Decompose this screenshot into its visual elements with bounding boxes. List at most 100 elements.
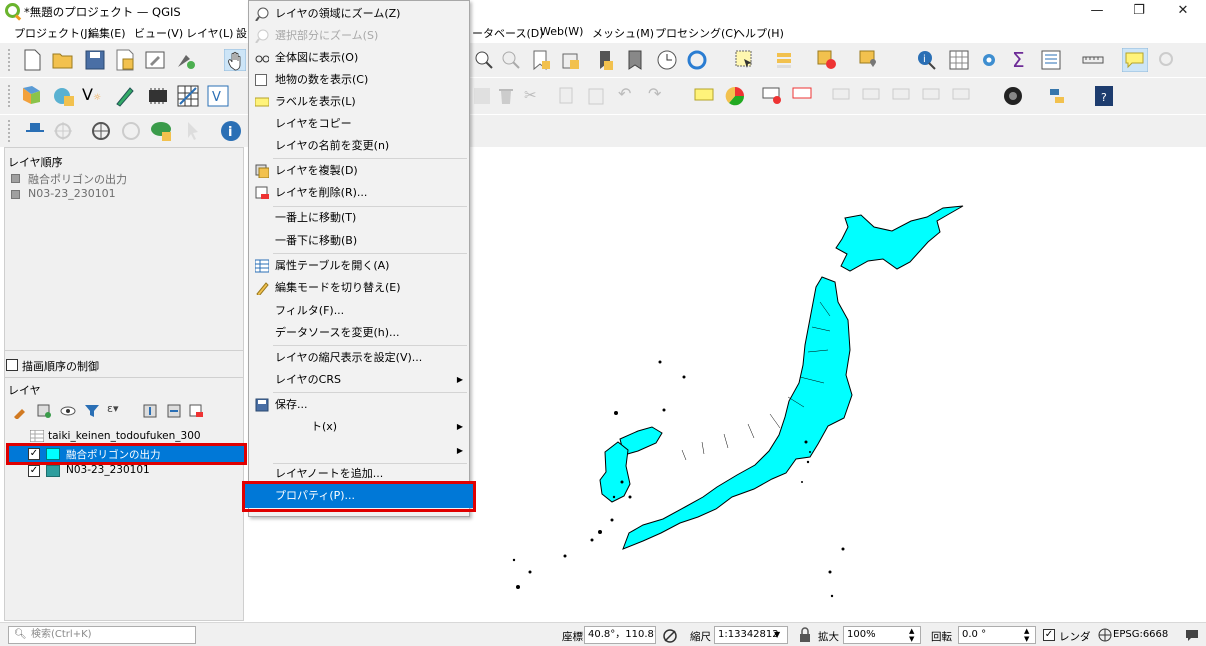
rotate-label-disabled-icon[interactable] xyxy=(892,86,912,106)
statistics-sigma-icon[interactable]: Σ xyxy=(1012,49,1025,71)
menu-rename-layer[interactable]: レイヤの名前を変更(n) xyxy=(249,135,469,157)
expand-all-icon[interactable] xyxy=(142,403,158,419)
show-bookmarks-icon[interactable] xyxy=(560,49,582,71)
show-hide-label-disabled-icon[interactable] xyxy=(862,86,882,106)
layer-item-name[interactable]: N03-23_230101 xyxy=(66,464,150,476)
collapse-all-icon[interactable] xyxy=(166,403,182,419)
lock-icon[interactable] xyxy=(798,627,812,643)
menu-mesh[interactable]: メッシュ(M) xyxy=(592,25,654,41)
refresh-icon[interactable] xyxy=(686,49,708,71)
spin-arrows-icon[interactable]: ▲ ▼ xyxy=(909,627,914,643)
menu-show-feature-count[interactable]: 地物の数を表示(C) xyxy=(249,69,469,91)
coordinate-toggle-icon[interactable] xyxy=(662,628,678,644)
change-label-disabled-icon[interactable] xyxy=(922,86,942,106)
filter-expression-icon[interactable]: ε▾ xyxy=(107,402,118,415)
menu-settings[interactable]: 設 xyxy=(236,25,247,41)
temporal-icon[interactable] xyxy=(594,49,616,71)
move-label-disabled-icon[interactable] xyxy=(832,86,852,106)
menu-view[interactable]: ビュー(V) xyxy=(134,25,183,41)
center-disabled-icon[interactable] xyxy=(52,120,74,142)
save-as-icon[interactable] xyxy=(114,49,136,71)
chevron-down-icon[interactable]: ▼ xyxy=(774,630,780,639)
menu-set-layer-scale[interactable]: レイヤの縮尺表示を設定(V)... xyxy=(249,347,469,369)
menu-processing[interactable]: プロセシング(C) xyxy=(655,25,737,41)
menu-export[interactable]: ト(x) ▶ xyxy=(249,416,469,438)
layer-visibility-checkbox[interactable]: ✓ xyxy=(28,465,40,477)
toolbar-grip[interactable] xyxy=(8,85,11,107)
annotation-blob-icon[interactable] xyxy=(150,120,174,142)
globe-disabled-icon[interactable] xyxy=(120,120,142,142)
layer-visibility-checkbox[interactable]: ✓ xyxy=(28,448,40,460)
select-features-icon[interactable] xyxy=(734,49,756,71)
open-project-icon[interactable] xyxy=(52,49,74,71)
menu-layer-crs[interactable]: レイヤのCRS ▶ xyxy=(249,369,469,391)
coordinate-field[interactable]: 40.8°，110.8° xyxy=(584,626,656,644)
layer-item-name[interactable]: taiki_keinen_todoufuken_300 xyxy=(48,430,201,442)
new-project-icon[interactable] xyxy=(22,49,42,71)
crs-label[interactable]: EPSG:6668 xyxy=(1113,629,1168,640)
cursor-disabled-icon[interactable] xyxy=(184,120,206,142)
copy-disabled-icon[interactable] xyxy=(556,86,576,106)
menu-project[interactable]: プロジェクト(J) xyxy=(14,25,92,41)
menu-database[interactable]: ータベース(D) xyxy=(472,25,544,41)
visibility-eye-icon[interactable] xyxy=(60,403,76,419)
vector-layer-icon[interactable]: V☼ xyxy=(82,85,101,104)
remove-layer-tb-icon[interactable] xyxy=(188,403,204,419)
menu-edit[interactable]: 編集(E) xyxy=(88,25,126,41)
menu-move-to-top[interactable]: 一番上に移動(T) xyxy=(249,207,469,229)
zoom-last-icon[interactable] xyxy=(500,49,522,71)
add-layer-icon[interactable] xyxy=(52,84,76,108)
new-bookmark-icon[interactable] xyxy=(530,49,552,71)
delete-disabled-icon[interactable] xyxy=(496,86,516,106)
highlight-label-icon[interactable] xyxy=(792,86,814,106)
menu-change-data-source[interactable]: データソースを変更(h)... xyxy=(249,322,469,344)
select-location-icon[interactable] xyxy=(858,49,880,71)
filter-icon[interactable] xyxy=(84,403,100,419)
menu-toggle-editing[interactable]: 編集モードを切り替え(E) xyxy=(249,277,469,299)
menu-move-to-bottom[interactable]: 一番下に移動(B) xyxy=(249,230,469,252)
map-tips-icon[interactable] xyxy=(1122,48,1148,72)
restore-button[interactable]: ❐ xyxy=(1124,2,1154,20)
clock-icon[interactable] xyxy=(656,49,678,71)
undo-disabled-icon[interactable]: ↶ xyxy=(618,84,631,103)
render-order-checkbox[interactable] xyxy=(6,359,18,371)
redo-disabled-icon[interactable]: ↷ xyxy=(648,84,661,103)
menu-zoom-to-selection[interactable]: 選択部分にズーム(S) xyxy=(249,25,469,47)
data-source-manager-icon[interactable] xyxy=(20,84,44,108)
menu-save[interactable]: 保存... xyxy=(249,394,469,416)
render-checkbox[interactable]: ✓ xyxy=(1043,629,1055,641)
layer-item-name[interactable]: 融合ポリゴンの出力 xyxy=(66,447,161,462)
spin-arrows-icon[interactable]: ▲ ▼ xyxy=(1024,627,1029,643)
raster-grid-icon[interactable] xyxy=(176,84,200,108)
layer-order-item[interactable]: 融合ポリゴンの出力 xyxy=(28,171,127,187)
menu-show-in-overview[interactable]: 全体図に表示(O) xyxy=(249,47,469,69)
info-icon[interactable]: i xyxy=(220,120,242,142)
pan-selection-icon[interactable] xyxy=(24,121,46,141)
checkbox-icon[interactable] xyxy=(255,74,267,86)
bookmark-icon[interactable] xyxy=(624,49,646,71)
diagram-icon[interactable] xyxy=(724,85,746,107)
menu-web[interactable]: Web(W) xyxy=(540,25,583,38)
label-toolbar-icon[interactable] xyxy=(694,87,714,103)
messages-icon[interactable] xyxy=(1184,627,1200,643)
save-project-icon[interactable] xyxy=(84,49,106,71)
pin-label-icon[interactable] xyxy=(762,86,784,106)
minimize-button[interactable]: — xyxy=(1082,2,1112,20)
menu-properties[interactable]: プロパティ(P)... xyxy=(245,484,473,508)
menu-show-labels[interactable]: ラベルを表示(L) xyxy=(249,91,469,113)
layer-order-item[interactable]: N03-23_230101 xyxy=(28,187,116,200)
identify-icon[interactable]: i xyxy=(916,49,938,71)
menu-remove-layer[interactable]: レイヤを削除(R)... xyxy=(249,182,469,204)
edit-disabled-icon[interactable] xyxy=(472,86,492,106)
menu-styles[interactable]: ▶ xyxy=(249,440,469,462)
edit-label-disabled-icon[interactable] xyxy=(952,86,972,106)
layout-manager-icon[interactable] xyxy=(1040,49,1062,71)
measure-line-icon[interactable] xyxy=(1082,49,1104,71)
menu-zoom-to-layer[interactable]: レイヤの領域にズーム(Z) xyxy=(249,3,469,25)
help-book-icon[interactable]: ? xyxy=(1094,85,1114,107)
cut-disabled-icon[interactable]: ✂ xyxy=(524,86,537,104)
crs-globe-icon[interactable] xyxy=(1098,628,1112,642)
style-manager-icon[interactable] xyxy=(174,49,196,71)
zoom-disabled-icon[interactable] xyxy=(1156,49,1178,71)
toolbar-grip[interactable] xyxy=(8,49,11,71)
